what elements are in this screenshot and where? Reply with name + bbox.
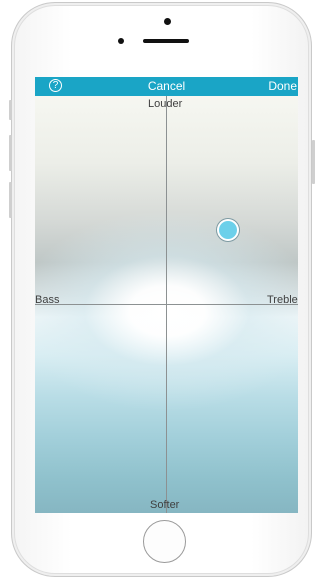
bass-label: Bass <box>35 294 60 306</box>
mute-switch <box>9 100 12 120</box>
front-camera <box>164 18 171 25</box>
treble-label: Treble <box>267 294 298 306</box>
cancel-button[interactable]: Cancel <box>148 79 185 93</box>
done-button[interactable]: Done <box>268 80 297 93</box>
power-button <box>312 140 315 184</box>
horizontal-axis <box>35 304 298 305</box>
eq-position-knob[interactable] <box>219 221 237 239</box>
softer-label: Softer <box>150 499 180 511</box>
cancel-button-row: Cancel <box>35 80 298 93</box>
louder-label: Louder <box>148 98 183 110</box>
app-screen: ? Cancel Done Louder Softer Bass Treble <box>35 77 298 513</box>
volume-down-button <box>9 182 12 218</box>
sensor-lens <box>118 38 124 44</box>
home-button[interactable] <box>143 520 186 563</box>
eq-touch-pad[interactable]: Louder Softer Bass Treble <box>35 96 298 513</box>
navigation-bar: ? Cancel Done <box>35 77 298 96</box>
earpiece-speaker <box>143 39 189 43</box>
volume-up-button <box>9 135 12 171</box>
